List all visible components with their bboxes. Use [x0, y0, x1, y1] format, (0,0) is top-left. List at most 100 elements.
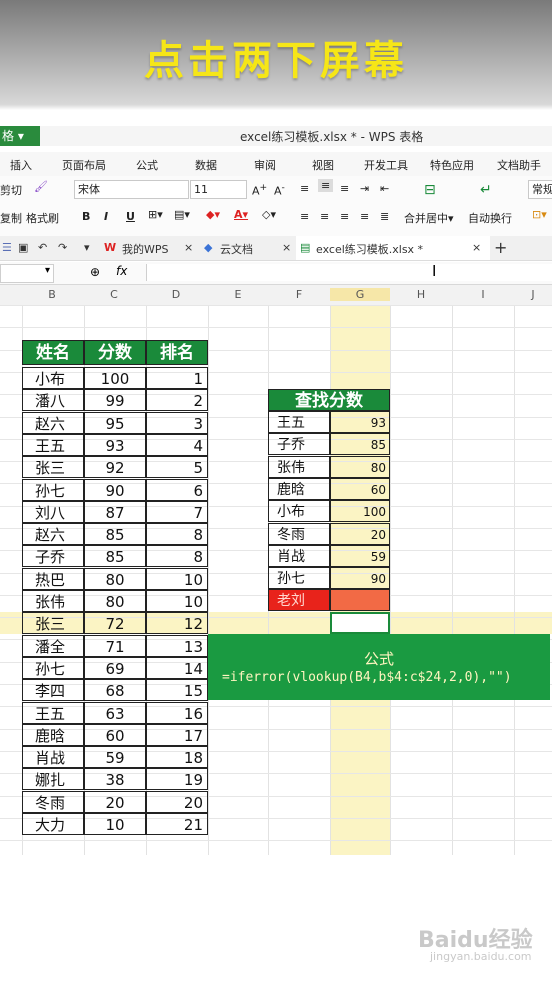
distribute-icon[interactable]: ≣	[380, 210, 389, 223]
redo-icon[interactable]: ↷	[58, 241, 67, 254]
align-middle-icon[interactable]: ≡	[318, 179, 334, 192]
score-row-rank[interactable]: 17	[146, 724, 208, 746]
quick-access-dropdown-icon[interactable]: ▾	[84, 241, 90, 254]
column-header-c[interactable]: C	[84, 288, 144, 301]
lookup-row-name[interactable]: 王五	[268, 411, 330, 433]
score-row-score[interactable]: 72	[84, 612, 146, 634]
lookup-header[interactable]: 查找分数	[268, 389, 390, 411]
score-row-name[interactable]: 王五	[22, 434, 84, 456]
score-row-score[interactable]: 10	[84, 813, 146, 835]
score-row-rank[interactable]: 16	[146, 702, 208, 724]
score-row-name[interactable]: 肖战	[22, 746, 84, 768]
close-icon[interactable]: ×	[472, 241, 481, 254]
score-row-rank[interactable]: 2	[146, 389, 208, 411]
format-painter-icon[interactable]: 🖌	[34, 180, 48, 193]
bold-button[interactable]: B	[82, 210, 90, 223]
menu-data[interactable]: 数据	[195, 157, 217, 173]
score-row-score[interactable]: 99	[84, 389, 146, 411]
lookup-row-name[interactable]: 孙七	[268, 567, 330, 589]
merge-center-button[interactable]: 合并居中▾	[404, 210, 454, 226]
fx-icon[interactable]: fx	[116, 264, 127, 278]
score-row-rank[interactable]: 8	[146, 523, 208, 545]
score-row-name[interactable]: 孙七	[22, 479, 84, 501]
score-row-score[interactable]: 59	[84, 746, 146, 768]
score-row-name[interactable]: 张三	[22, 612, 84, 634]
score-row-name[interactable]: 刘八	[22, 501, 84, 523]
close-icon[interactable]: ×	[282, 241, 291, 254]
align-top-icon[interactable]: ≡	[300, 182, 309, 195]
highlight-icon[interactable]: ◆▾	[206, 208, 220, 221]
lookup-row-name[interactable]: 鹿晗	[268, 478, 330, 500]
score-row-rank[interactable]: 18	[146, 746, 208, 768]
menu-developer[interactable]: 开发工具	[364, 157, 408, 173]
format-painter-button[interactable]: 格式刷	[26, 210, 59, 226]
lookup-row-name[interactable]: 老刘	[268, 589, 330, 611]
lookup-row-name[interactable]: 肖战	[268, 545, 330, 567]
score-row-score[interactable]: 85	[84, 523, 146, 545]
score-row-rank[interactable]: 12	[146, 612, 208, 634]
score-row-rank[interactable]: 4	[146, 434, 208, 456]
align-bottom-icon[interactable]: ≡	[340, 182, 349, 195]
score-row-score[interactable]: 92	[84, 456, 146, 478]
fill-color-icon[interactable]: ▤▾	[174, 208, 190, 221]
score-row-score[interactable]: 63	[84, 702, 146, 724]
column-header-i[interactable]: I	[452, 288, 514, 301]
menu-page-layout[interactable]: 页面布局	[62, 157, 106, 173]
score-row-rank[interactable]: 7	[146, 501, 208, 523]
menu-doc-assistant[interactable]: 文档助手	[497, 157, 541, 173]
score-row-rank[interactable]: 3	[146, 412, 208, 434]
underline-button[interactable]: U	[126, 210, 135, 223]
active-cell[interactable]	[330, 612, 390, 634]
score-row-name[interactable]: 李四	[22, 679, 84, 701]
lookup-row-value[interactable]: 20	[330, 523, 390, 545]
column-header-e[interactable]: E	[208, 288, 268, 301]
score-row-rank[interactable]: 1	[146, 367, 208, 389]
lookup-row-name[interactable]: 子乔	[268, 433, 330, 455]
wrap-text-icon[interactable]: ↵	[480, 182, 492, 198]
score-row-name[interactable]: 娜扎	[22, 768, 84, 790]
lookup-row-value[interactable]: 80	[330, 456, 390, 478]
score-row-score[interactable]: 100	[84, 367, 146, 389]
name-box[interactable]: ▾	[0, 264, 54, 283]
indent-icon[interactable]: ⇥	[360, 182, 369, 195]
clear-format-icon[interactable]: ◇▾	[262, 208, 276, 221]
menu-review[interactable]: 审阅	[254, 157, 276, 173]
score-row-score[interactable]: 38	[84, 768, 146, 790]
score-row-score[interactable]: 93	[84, 434, 146, 456]
italic-button[interactable]: I	[104, 210, 108, 223]
score-row-rank[interactable]: 13	[146, 635, 208, 657]
menu-view[interactable]: 视图	[312, 157, 334, 173]
lookup-row-value[interactable]: 100	[330, 500, 390, 522]
app-menu-button[interactable]: 格 ▾	[0, 126, 40, 146]
menu-insert[interactable]: 插入	[10, 157, 32, 173]
lookup-row-value[interactable]: 93	[330, 411, 390, 433]
menu-list-icon[interactable]: ☰	[2, 241, 12, 254]
decrease-font-icon[interactable]: A-	[274, 182, 285, 198]
score-row-rank[interactable]: 20	[146, 791, 208, 813]
score-row-name[interactable]: 孙七	[22, 657, 84, 679]
score-row-rank[interactable]: 15	[146, 679, 208, 701]
column-header-j[interactable]: J	[514, 288, 552, 301]
score-row-score[interactable]: 95	[84, 412, 146, 434]
score-row-name[interactable]: 热巴	[22, 568, 84, 590]
undo-icon[interactable]: ↶	[38, 241, 47, 254]
align-left-icon[interactable]: ≡	[300, 210, 309, 223]
score-row-name[interactable]: 子乔	[22, 545, 84, 567]
increase-font-icon[interactable]: A+	[252, 182, 267, 198]
score-row-name[interactable]: 冬雨	[22, 791, 84, 813]
copy-button[interactable]: 复制	[0, 210, 22, 226]
score-row-rank[interactable]: 19	[146, 768, 208, 790]
score-row-rank[interactable]: 21	[146, 813, 208, 835]
score-row-name[interactable]: 张伟	[22, 590, 84, 612]
lookup-row-value[interactable]: 90	[330, 567, 390, 589]
score-row-name[interactable]: 张三	[22, 456, 84, 478]
save-icon[interactable]: ▣	[18, 241, 28, 254]
score-row-name[interactable]: 王五	[22, 702, 84, 724]
score-row-score[interactable]: 90	[84, 479, 146, 501]
score-row-name[interactable]: 潘八	[22, 389, 84, 411]
column-header-f[interactable]: F	[268, 288, 330, 301]
number-format-select[interactable]: 常规	[528, 180, 552, 199]
header-name[interactable]: 姓名	[22, 340, 84, 365]
column-header-h[interactable]: H	[390, 288, 452, 301]
outdent-icon[interactable]: ⇤	[380, 182, 389, 195]
